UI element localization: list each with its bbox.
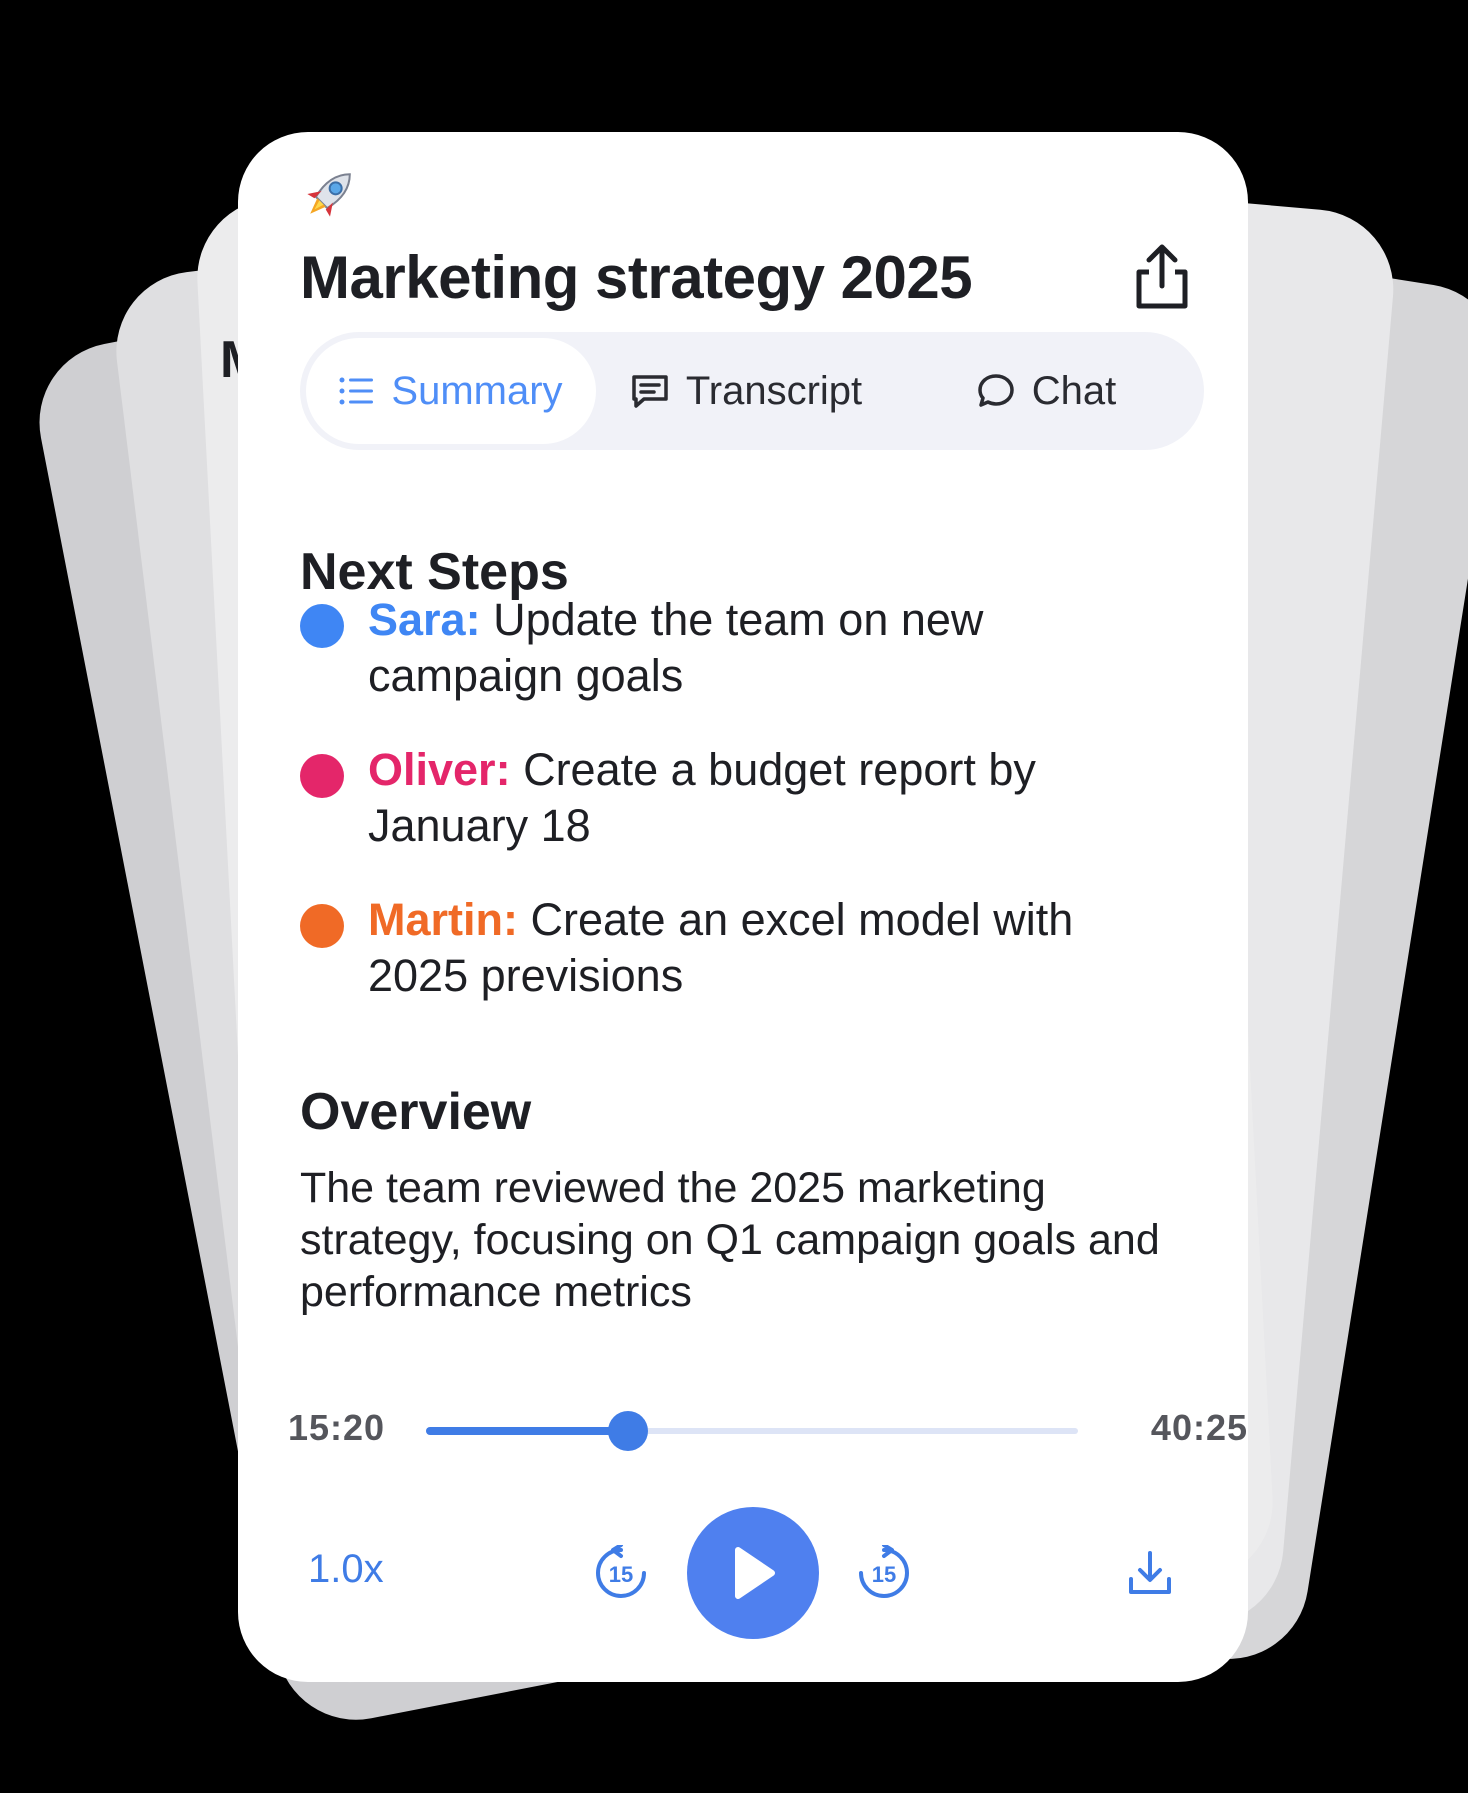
forward-15-label: 15 [872,1562,896,1587]
forward-15-button[interactable]: 15 [856,1545,912,1601]
rewind-15-label: 15 [609,1562,633,1587]
progress-knob[interactable] [608,1411,649,1451]
share-button[interactable] [1126,237,1198,317]
play-button[interactable] [687,1507,819,1639]
download-icon [1129,1551,1171,1594]
rocket-icon [307,173,351,217]
list-item: Oliver: Create a budget report by Januar… [300,742,1160,854]
list-item: Sara: Update the team on new campaign go… [300,592,1160,704]
progress-fill [426,1427,629,1435]
person-dot-oliver [300,754,344,798]
total-time: 40:25 [1150,1407,1248,1448]
share-icon [1136,244,1188,309]
audio-player: 15:20 40:25 1.0x 15 15 [288,1407,1247,1647]
person-name: Oliver: [368,744,511,795]
download-button[interactable] [1126,1549,1174,1597]
tab-transcript-label: Transcript [685,368,863,413]
tab-summary-label: Summary [391,368,563,413]
person-name: Sara: [368,594,481,645]
tab-bar: Summary Transcript Chat [300,332,1204,450]
person-name: Martin: [368,894,518,945]
person-dot-martin [300,904,344,948]
summary-card: Marketing strategy 2025 Summary Transcri… [238,132,1248,1682]
tab-chat[interactable]: Chat [896,338,1196,444]
transcript-icon [632,375,668,408]
next-steps-list: Sara: Update the team on new campaign go… [300,592,1160,1042]
overview-text: The team reviewed the 2025 marketing str… [300,1164,1160,1316]
list-icon [339,377,374,405]
current-time: 15:20 [288,1407,386,1448]
header: Marketing strategy 2025 [300,237,1198,317]
person-dot-sara [300,604,344,648]
tab-chat-label: Chat [1031,368,1117,413]
chat-bubble-icon [978,374,1014,407]
list-item: Martin: Create an excel model with 2025 … [300,892,1160,1004]
play-icon [735,1547,775,1599]
tab-transcript[interactable]: Transcript [596,338,896,444]
playback-speed-button[interactable]: 1.0x [308,1547,384,1592]
rewind-15-button[interactable]: 15 [593,1545,649,1601]
progress-track[interactable] [426,1411,1078,1451]
overview-heading: Overview [300,1083,532,1141]
tab-summary[interactable]: Summary [306,338,596,444]
page-title: Marketing strategy 2025 [300,243,973,311]
